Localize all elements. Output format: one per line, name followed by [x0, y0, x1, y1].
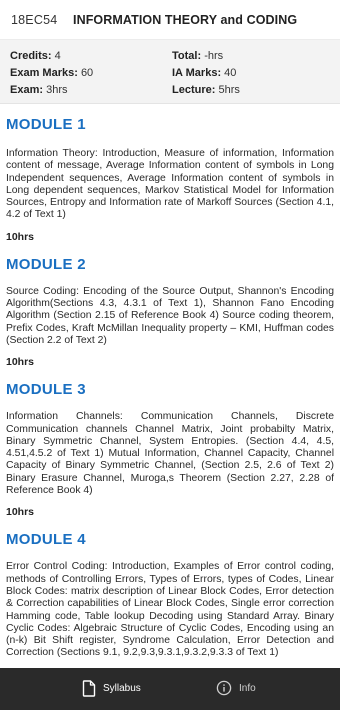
app-bar: 18EC54 INFORMATION THEORY and CODING: [0, 0, 340, 40]
module-title: MODULE 2: [6, 255, 86, 273]
module-title: MODULE 1: [6, 116, 86, 133]
module-section: MODULE 1 Information Theory: Introductio…: [6, 104, 334, 243]
module-section: MODULE 2 Source Coding: Encoding of the …: [6, 244, 334, 368]
course-meta-panel: Credits: 4 Total: -hrs Exam Marks: 60 IA…: [0, 40, 340, 104]
nav-tab-info-label: Info: [239, 682, 256, 694]
exam-value: 3hrs: [46, 84, 68, 96]
exam-marks-label: Exam Marks:: [10, 67, 78, 79]
info-icon: [216, 680, 239, 696]
credits-label: Credits:: [10, 50, 52, 62]
exam-marks-info: Exam Marks: 60: [10, 66, 172, 81]
module-description: Information Theory: Introduction, Measur…: [6, 148, 334, 221]
module-hours: 10hrs: [6, 230, 35, 243]
bottom-navigation: Syllabus Info: [0, 668, 340, 710]
module-hours: 10hrs: [6, 506, 35, 519]
module-description: Information Channels: Communication Chan…: [6, 411, 334, 497]
page-title: INFORMATION THEORY and CODING: [73, 12, 298, 27]
module-title: MODULE 4: [6, 531, 86, 549]
module-description: Error Control Coding: Introduction, Exam…: [6, 561, 334, 659]
module-hours: 10hrs: [6, 356, 35, 369]
ia-marks-value: 40: [224, 67, 237, 79]
nav-tab-info[interactable]: Info: [216, 680, 256, 696]
syllabus-content[interactable]: MODULE 1 Information Theory: Introductio…: [0, 104, 340, 668]
exam-duration-info: Exam: 3hrs: [10, 83, 172, 98]
subject-code: 18EC54: [11, 12, 58, 27]
ia-marks-info: IA Marks: 40: [172, 66, 332, 81]
total-info: Total: -hrs: [172, 49, 332, 64]
ia-marks-label: IA Marks:: [172, 67, 222, 79]
module-section: MODULE 3 Information Channels: Communica…: [6, 369, 334, 518]
module-title: MODULE 3: [6, 381, 86, 399]
lecture-info: Lecture: 5hrs: [172, 83, 332, 98]
total-value: -hrs: [204, 50, 224, 62]
credits-info: Credits: 4: [10, 49, 172, 64]
lecture-value: 5hrs: [218, 84, 240, 96]
credits-value: 4: [54, 50, 61, 62]
module-section: MODULE 4 Error Control Coding: Introduct…: [6, 519, 334, 659]
exam-label: Exam:: [10, 84, 44, 96]
lecture-label: Lecture:: [172, 84, 216, 96]
nav-tab-syllabus[interactable]: Syllabus: [82, 680, 141, 697]
module-description: Source Coding: Encoding of the Source Ou…: [6, 285, 334, 346]
nav-tab-syllabus-label: Syllabus: [103, 683, 141, 694]
exam-marks-value: 60: [80, 67, 94, 79]
total-label: Total:: [172, 50, 202, 62]
document-icon: [82, 680, 103, 697]
